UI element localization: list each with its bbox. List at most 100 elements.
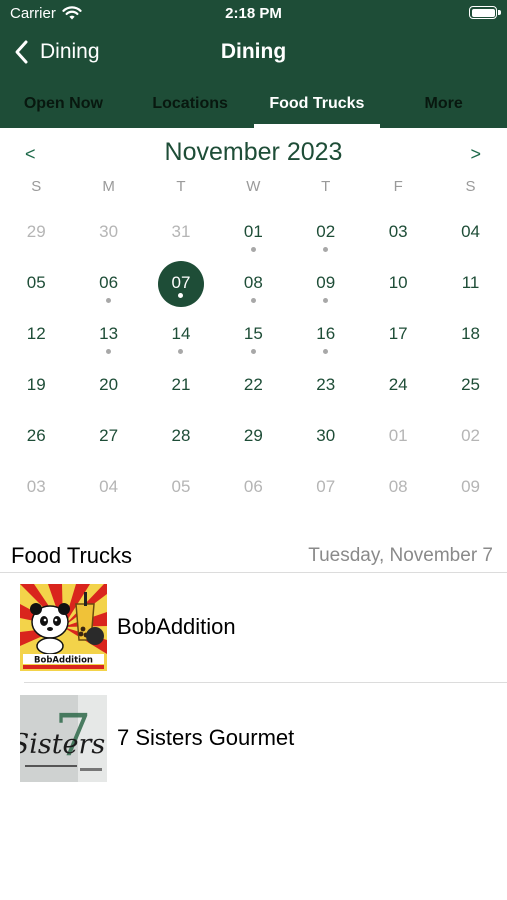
calendar-day[interactable]: 12	[0, 310, 72, 361]
svg-text:Sisters: Sisters	[20, 729, 105, 760]
calendar-day[interactable]: 03	[362, 208, 434, 259]
day-number: 18	[461, 324, 480, 343]
calendar-day[interactable]: 05	[0, 259, 72, 310]
section-divider	[0, 572, 507, 573]
calendar-day[interactable]: 18	[434, 310, 506, 361]
calendar-day[interactable]: 08	[217, 259, 289, 310]
calendar-day[interactable]: 30	[72, 208, 144, 259]
day-number: 04	[99, 477, 119, 496]
calendar-day[interactable]: 29	[0, 208, 72, 259]
truck-name: BobAddition	[117, 614, 236, 639]
svg-text:BobAddition: BobAddition	[34, 655, 93, 665]
next-month-button[interactable]: >	[470, 144, 481, 165]
calendar-day[interactable]: 29	[217, 412, 289, 463]
calendar-day[interactable]: 30	[290, 412, 362, 463]
tab-more[interactable]: More	[380, 84, 507, 128]
truck-name: 7 Sisters Gourmet	[117, 725, 295, 750]
day-number: 05	[171, 477, 191, 496]
calendar-day[interactable]: 10	[362, 259, 434, 310]
calendar-day[interactable]: 09	[290, 259, 362, 310]
calendar-day[interactable]: 17	[362, 310, 434, 361]
tab-open-now[interactable]: Open Now	[0, 84, 127, 128]
day-number: 17	[388, 324, 408, 343]
day-number: 07	[316, 477, 336, 496]
calendar-day[interactable]: 16	[290, 310, 362, 361]
calendar-day[interactable]: 19	[0, 361, 72, 412]
calendar-day-selected[interactable]: 07	[145, 259, 217, 310]
day-number: 12	[26, 324, 46, 343]
weekday-label: F	[393, 178, 403, 195]
calendar-day[interactable]: 06	[217, 463, 289, 514]
section-title: Food Trucks	[11, 543, 133, 568]
day-number: 27	[99, 426, 119, 445]
calendar-day[interactable]: 28	[145, 412, 217, 463]
event-dot-icon	[250, 298, 256, 303]
tab-food-trucks[interactable]: Food Trucks	[253, 84, 381, 128]
day-number: 13	[99, 324, 119, 343]
event-dot-icon	[250, 247, 256, 252]
tab-bar: Open Now Locations Food Trucks More	[0, 84, 507, 128]
day-number: 15	[243, 324, 263, 343]
calendar-day[interactable]: 26	[0, 412, 72, 463]
calendar-day[interactable]: 31	[145, 208, 217, 259]
calendar-day[interactable]: 07	[290, 463, 362, 514]
day-number: 02	[461, 426, 480, 445]
app-header: Carrier 2:18 PM Dining Dining Open Now L…	[0, 0, 507, 128]
calendar-day[interactable]: 08	[362, 463, 434, 514]
calendar-day[interactable]: 06	[72, 259, 144, 310]
weekday-label: T	[176, 178, 186, 195]
calendar-day[interactable]: 14	[145, 310, 217, 361]
calendar-day[interactable]: 02	[290, 208, 362, 259]
calendar-day[interactable]: 15	[217, 310, 289, 361]
calendar-day[interactable]: 04	[72, 463, 144, 514]
month-title: November 2023	[164, 138, 343, 166]
weekday-header: SMTWTFS	[0, 178, 507, 195]
calendar-day[interactable]: 05	[145, 463, 217, 514]
day-number: 10	[388, 273, 408, 292]
calendar-day[interactable]: 22	[217, 361, 289, 412]
day-number: 06	[99, 273, 119, 292]
list-divider	[24, 682, 507, 683]
day-number: 08	[388, 477, 408, 496]
weekday-label: S	[465, 178, 476, 195]
calendar-day[interactable]: 09	[434, 463, 506, 514]
weekday-label: S	[31, 178, 42, 195]
day-number: 04	[461, 222, 480, 241]
page-title: Dining	[220, 40, 287, 63]
day-number: 09	[461, 477, 480, 496]
day-number: 05	[26, 273, 46, 292]
calendar-day[interactable]: 23	[290, 361, 362, 412]
day-number: 21	[171, 375, 191, 394]
list-item-bobaddition[interactable]: BobAddition BobAddition	[20, 583, 507, 671]
day-number: 09	[316, 273, 336, 292]
calendar-grid: 29 30 31 01 02 03 04 05 06 07 08 09 10 11 12 13 14 15 16 17…	[0, 208, 507, 514]
day-number: 30	[316, 426, 336, 445]
day-number: 11	[461, 273, 480, 292]
list-item-7-sisters-gourmet[interactable]: 7 Sisters 7 Sisters Gourmet	[20, 694, 507, 782]
day-number: 19	[26, 375, 46, 394]
calendar-day[interactable]: 20	[72, 361, 144, 412]
calendar-day[interactable]: 02	[434, 412, 506, 463]
event-dot-icon	[250, 349, 256, 354]
calendar-day[interactable]: 13	[72, 310, 144, 361]
day-number: 24	[388, 375, 408, 394]
calendar-day[interactable]: 01	[362, 412, 434, 463]
calendar-day[interactable]: 24	[362, 361, 434, 412]
day-number: 02	[316, 222, 336, 241]
day-number: 07	[171, 273, 191, 292]
calendar-day[interactable]: 11	[434, 259, 506, 310]
day-number: 23	[316, 375, 336, 394]
calendar-day[interactable]: 01	[217, 208, 289, 259]
weekday-label: M	[102, 178, 115, 195]
calendar-day[interactable]: 04	[434, 208, 506, 259]
calendar-day[interactable]: 27	[72, 412, 144, 463]
day-number: 08	[243, 273, 263, 292]
day-number: 03	[26, 477, 46, 496]
calendar-day[interactable]: 03	[0, 463, 72, 514]
tab-locations[interactable]: Locations	[127, 84, 254, 128]
day-number: 30	[99, 222, 119, 241]
day-number: 28	[171, 426, 191, 445]
food-trucks-section-header: Food Trucks Tuesday, November 7	[0, 540, 507, 572]
calendar-day[interactable]: 25	[434, 361, 506, 412]
calendar-day[interactable]: 21	[145, 361, 217, 412]
